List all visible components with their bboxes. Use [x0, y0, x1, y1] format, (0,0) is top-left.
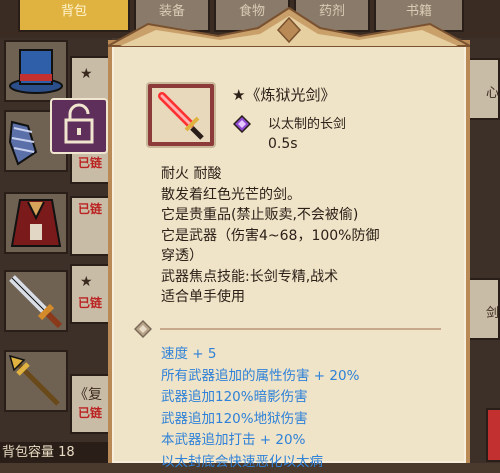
stat-line: 武器追加120%暗影伤害: [161, 387, 451, 409]
divider-gem-icon: [134, 320, 152, 338]
padlock-icon: [52, 100, 106, 152]
description-line: 穿透）: [161, 246, 451, 267]
item-name-partial: 剑: [486, 302, 499, 321]
status-tag: 已链: [78, 200, 102, 217]
item-name-partial: 《复: [74, 384, 102, 404]
stat-line: 所有武器追加的属性伤害 + 20%: [161, 366, 451, 388]
star-mark: ★: [80, 66, 93, 82]
sword-icon: [6, 272, 66, 330]
lock-button[interactable]: [50, 98, 108, 154]
inventory-slot-sword[interactable]: [4, 270, 68, 332]
stat-line: 速度 + 5: [161, 344, 451, 366]
item-title: ★《炼狱光剑》: [232, 84, 335, 105]
stat-line: 以太封底会快速恶化以太病: [161, 452, 451, 473]
status-tag: 已链: [78, 404, 102, 421]
attack-speed: 0.5s: [268, 136, 298, 152]
star-mark: ★: [80, 274, 93, 290]
description-line: 适合单手使用: [161, 287, 451, 308]
description-line: 散发着红色光芒的剑。: [161, 185, 451, 206]
inventory-slot-hat[interactable]: [4, 40, 68, 102]
purple-gem-icon: [233, 115, 251, 133]
item-material: 以太制的长剑: [268, 113, 346, 132]
inventory-slot-spear[interactable]: [4, 350, 68, 412]
stat-line: 武器追加120%地狱伤害: [161, 409, 451, 431]
bag-capacity: 背包容量 18: [0, 442, 112, 463]
tooltip-ornament: [108, 6, 470, 50]
red-lightsaber-icon: [152, 88, 210, 142]
description-line: 耐火 耐酸: [161, 164, 451, 185]
item-description: 耐火 耐酸 散发着红色光芒的剑。 它是贵重品(禁止贩卖,不会被偷) 它是武器（伤…: [161, 164, 451, 308]
tab-backpack-label: 背包: [61, 4, 87, 19]
status-tag: 已链: [78, 294, 102, 311]
status-tag: 已链: [78, 154, 102, 171]
inventory-slot-cloak[interactable]: [4, 192, 68, 254]
item-icon-frame: [148, 84, 214, 146]
item-name-partial: 心: [486, 82, 499, 101]
stat-line: 本武器追加打击 + 20%: [161, 430, 451, 452]
divider-line: [160, 328, 441, 330]
item-stat-list: 速度 + 5 所有武器追加的属性伤害 + 20% 武器追加120%暗影伤害 武器…: [161, 344, 451, 473]
description-line: 武器焦点技能:长剑专精,战术: [161, 267, 451, 288]
description-line: 它是贵重品(禁止贩卖,不会被偷): [161, 205, 451, 226]
red-cloak-icon: [6, 194, 66, 252]
top-hat-icon: [6, 42, 66, 100]
description-line: 它是武器（伤害4~68，100%防御: [161, 226, 451, 247]
red-button-edge[interactable]: [486, 408, 500, 462]
golden-spear-icon: [6, 352, 66, 410]
